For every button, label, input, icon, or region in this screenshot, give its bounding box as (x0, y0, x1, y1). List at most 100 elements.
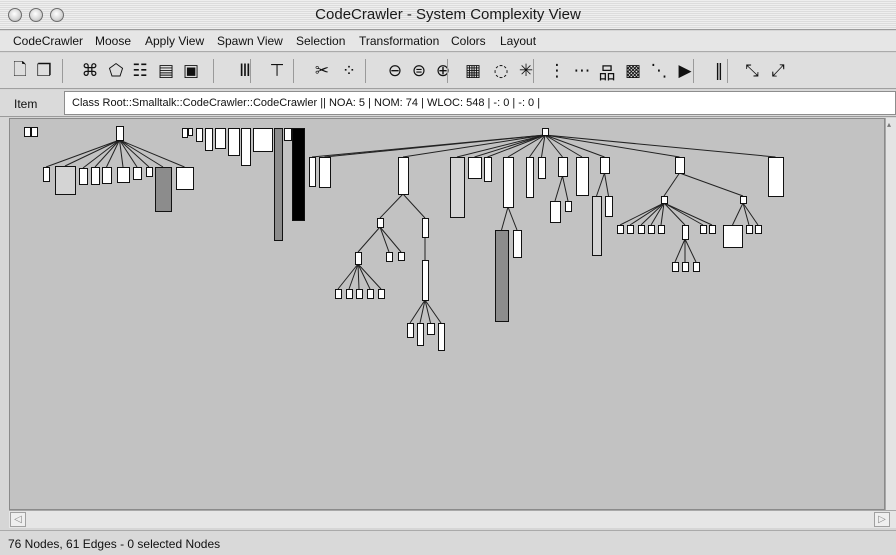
class-node[interactable] (605, 196, 613, 217)
class-node[interactable] (146, 167, 153, 177)
zoom-fit-icon[interactable]: ⊜ (407, 59, 431, 83)
class-node[interactable] (600, 157, 610, 174)
new-document-icon[interactable]: 🗋 (8, 59, 32, 83)
scroll-up-arrow-icon[interactable]: ▴ (887, 120, 895, 130)
class-node[interactable] (188, 128, 193, 136)
class-node[interactable] (196, 128, 203, 142)
class-node[interactable] (274, 128, 283, 241)
class-node[interactable] (661, 196, 668, 204)
class-node[interactable] (417, 323, 424, 346)
class-node[interactable] (117, 167, 130, 183)
class-node[interactable] (675, 157, 685, 174)
scatter-layout-icon[interactable]: ⁘ (337, 59, 361, 83)
class-node[interactable] (617, 225, 624, 234)
graph-canvas[interactable] (9, 118, 885, 510)
class-node[interactable] (398, 252, 405, 261)
class-node[interactable] (746, 225, 753, 234)
class-node[interactable] (755, 225, 762, 234)
menu-colors[interactable]: Colors (451, 34, 486, 48)
class-node[interactable] (648, 225, 655, 234)
class-node[interactable] (558, 157, 568, 177)
class-node[interactable] (484, 157, 492, 182)
class-node[interactable] (182, 128, 188, 138)
tree-layout-icon[interactable]: ⊤ (265, 59, 289, 83)
class-node[interactable] (346, 289, 353, 299)
class-node[interactable] (386, 252, 393, 262)
class-node[interactable] (367, 289, 374, 299)
class-node[interactable] (377, 218, 384, 228)
class-node[interactable] (241, 128, 251, 166)
class-node[interactable] (503, 157, 514, 208)
class-node[interactable] (319, 157, 331, 188)
class-node[interactable] (468, 157, 482, 179)
class-node[interactable] (309, 157, 316, 187)
class-node[interactable] (102, 167, 112, 184)
menu-apply-view[interactable]: Apply View (145, 34, 204, 48)
class-node[interactable] (407, 323, 414, 338)
radial-layout-icon[interactable]: ✳ (514, 59, 538, 83)
class-node[interactable] (176, 167, 194, 190)
class-node[interactable] (55, 166, 76, 195)
horizontal-line-layout-icon[interactable]: ⋯ (570, 59, 594, 83)
inspector-icon[interactable]: ▣ (179, 59, 203, 83)
class-node[interactable] (495, 230, 509, 322)
vertical-scrollbar[interactable]: ▴ (885, 118, 896, 510)
class-node[interactable] (24, 127, 31, 137)
select-lasso-icon[interactable]: ⬠ (104, 59, 128, 83)
cut-icon[interactable]: ✂ (310, 59, 334, 83)
class-node[interactable] (43, 167, 50, 182)
menu-spawn-view[interactable]: Spawn View (217, 34, 283, 48)
class-node[interactable] (422, 260, 429, 301)
class-node[interactable] (592, 196, 602, 256)
class-node[interactable] (378, 289, 385, 299)
zoom-in-icon[interactable]: ⊕ (431, 59, 455, 83)
class-node[interactable] (658, 225, 665, 234)
class-node[interactable] (538, 157, 546, 179)
class-node[interactable] (576, 157, 589, 196)
class-node[interactable] (700, 225, 707, 234)
class-node[interactable] (253, 128, 273, 152)
force-layout-icon[interactable]: ⤢ (766, 59, 790, 83)
class-node[interactable] (450, 157, 465, 218)
spring-layout-icon[interactable]: ⤡ (740, 59, 764, 83)
class-node[interactable] (723, 225, 743, 248)
scroll-right-arrow-icon[interactable]: ▷ (874, 512, 890, 527)
class-node[interactable] (116, 126, 124, 141)
class-node[interactable] (215, 128, 226, 149)
class-node[interactable] (31, 127, 38, 137)
class-node[interactable] (398, 157, 409, 195)
class-node[interactable] (709, 225, 716, 234)
class-node[interactable] (565, 201, 572, 212)
list-view-icon[interactable]: ☷ (128, 59, 152, 83)
class-node[interactable] (513, 230, 522, 258)
class-node[interactable] (682, 262, 689, 272)
class-node[interactable] (155, 167, 172, 212)
copy-view-icon[interactable]: ❐ (32, 59, 56, 83)
menu-moose[interactable]: Moose (95, 34, 131, 48)
circle-layout-icon[interactable]: ◌ (489, 59, 513, 83)
column-layout-icon[interactable]: Ⅲ (233, 59, 257, 83)
menu-selection[interactable]: Selection (296, 34, 345, 48)
class-node[interactable] (627, 225, 634, 234)
class-node[interactable] (550, 201, 561, 223)
metrics-table-icon[interactable]: ▤ (154, 59, 178, 83)
class-node[interactable] (133, 167, 142, 180)
item-info-field[interactable]: Class Root::Smalltalk::CodeCrawler::Code… (64, 91, 896, 115)
class-node[interactable] (355, 252, 362, 265)
class-node[interactable] (79, 168, 88, 185)
grid-layout-icon[interactable]: ▦ (461, 59, 485, 83)
class-node[interactable] (422, 218, 429, 238)
class-node[interactable] (672, 262, 679, 272)
graph-layout-icon[interactable]: ⌘ (78, 59, 102, 83)
class-node[interactable] (205, 128, 213, 151)
horizontal-scrollbar[interactable]: ◁ ▷ (9, 510, 896, 528)
zoom-out-icon[interactable]: ⊖ (383, 59, 407, 83)
class-node[interactable] (693, 262, 700, 272)
class-node[interactable] (638, 225, 645, 234)
class-node[interactable] (526, 157, 534, 198)
menu-layout[interactable]: Layout (500, 34, 536, 48)
class-node[interactable] (335, 289, 342, 299)
vertical-line-layout-icon[interactable]: ⋮ (545, 59, 569, 83)
diagonal-layout-icon[interactable]: ⋱ (647, 59, 671, 83)
class-node[interactable] (356, 289, 363, 299)
